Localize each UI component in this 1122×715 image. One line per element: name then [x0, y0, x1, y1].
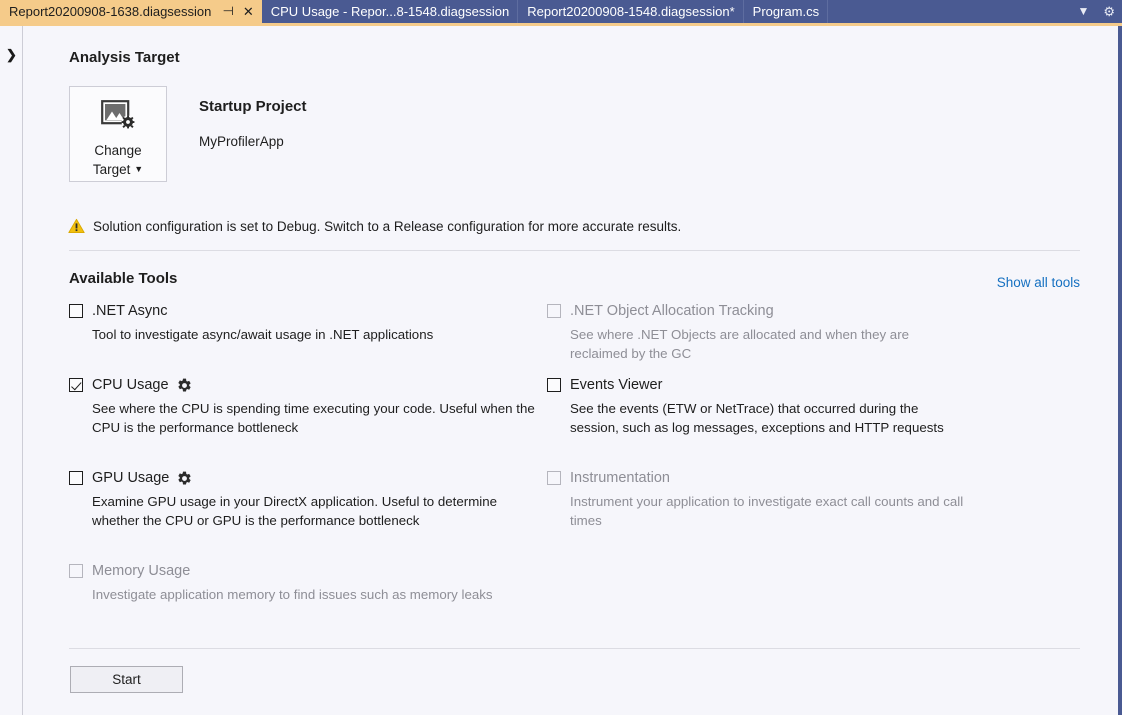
editor-tab-label: Report20200908-1548.diagsession* — [527, 0, 734, 23]
start-button[interactable]: Start — [70, 666, 183, 693]
gear-icon[interactable] — [177, 378, 192, 393]
tool-header: Events Viewer — [547, 376, 970, 394]
tool-description: See where the CPU is spending time execu… — [92, 399, 542, 437]
section-divider-top — [69, 250, 1080, 251]
change-target-label: Change Target ▼ — [93, 141, 143, 179]
gear-icon[interactable] — [177, 471, 192, 486]
change-target-button[interactable]: Change Target ▼ — [69, 86, 167, 182]
chevron-right-icon[interactable]: ❯ — [6, 48, 17, 61]
tool-checkbox — [547, 471, 561, 485]
editor-tab[interactable]: Report20200908-1548.diagsession* — [518, 0, 743, 23]
diagnostics-hub-window: Report20200908-1638.diagsession ⊣ ✕ CPU Usa… — [0, 0, 1122, 715]
tool-header: CPU Usage — [69, 376, 542, 394]
editor-tab[interactable]: Program.cs — [744, 0, 828, 23]
tool-description: See where .NET Objects are allocated and… — [570, 325, 970, 363]
tool-checkbox[interactable] — [69, 378, 83, 392]
tool-item: Events Viewer See the events (ETW or NetT… — [547, 376, 970, 437]
document-frame: ❯ Analysis Target — [0, 26, 1122, 715]
tool-header: .NET Object Allocation Tracking — [547, 302, 970, 320]
collapsed-side-rail[interactable]: ❯ — [0, 26, 23, 715]
tab-strip-actions: ▼⚙ — [1077, 0, 1122, 23]
tool-name-label[interactable]: .NET Async — [92, 303, 167, 319]
tool-name-label: Instrumentation — [570, 470, 670, 486]
tool-checkbox — [69, 564, 83, 578]
configuration-warning-text: Solution configuration is set to Debug. … — [93, 218, 681, 236]
target-project-name: MyProfilerApp — [199, 134, 284, 149]
close-icon[interactable]: ✕ — [243, 0, 254, 23]
tab-settings-gear-icon[interactable]: ⚙ — [1103, 0, 1115, 23]
analysis-target-heading: Analysis Target — [69, 49, 180, 66]
tool-item: Instrumentation Instrument your applicati… — [547, 469, 970, 530]
tool-checkbox[interactable] — [69, 471, 83, 485]
tool-item: .NET Object Allocation Tracking See where… — [547, 302, 970, 363]
editor-tab-label: Report20200908-1638.diagsession — [9, 0, 211, 23]
tool-checkbox — [547, 304, 561, 318]
tool-header: .NET Async — [69, 302, 433, 320]
editor-tab[interactable]: CPU Usage - Repor...8-1548.diagsession — [262, 0, 518, 23]
tool-header: Instrumentation — [547, 469, 970, 487]
editor-tab-strip: Report20200908-1638.diagsession ⊣ ✕ CPU Usa… — [0, 0, 1122, 23]
available-tools-heading: Available Tools — [69, 270, 177, 287]
warning-triangle-icon — [68, 218, 85, 239]
tab-strip-spacer — [828, 0, 1077, 23]
diagnostics-hub-content: Analysis Target — [24, 26, 1118, 715]
tool-name-label[interactable]: GPU Usage — [92, 470, 169, 486]
tool-name-label[interactable]: Events Viewer — [570, 377, 662, 393]
chevron-down-icon[interactable]: ▼ — [134, 160, 143, 179]
editor-tab-label: CPU Usage - Repor...8-1548.diagsession — [271, 0, 509, 23]
configuration-warning: Solution configuration is set to Debug. … — [68, 218, 681, 239]
tool-name-label: Memory Usage — [92, 563, 190, 579]
editor-tab[interactable]: Report20200908-1638.diagsession ⊣ ✕ — [0, 0, 262, 23]
change-target-label-line1: Change — [94, 143, 141, 158]
tool-item: .NET Async Tool to investigate async/awai… — [69, 302, 433, 344]
tool-name-label[interactable]: CPU Usage — [92, 377, 169, 393]
tab-list-dropdown-icon[interactable]: ▼ — [1077, 0, 1089, 23]
start-button-label: Start — [112, 672, 141, 687]
target-kind-label: Startup Project — [199, 98, 307, 115]
pin-icon[interactable]: ⊣ — [223, 0, 234, 23]
tool-description: See the events (ETW or NetTrace) that oc… — [570, 399, 970, 437]
tool-description: Examine GPU usage in your DirectX applic… — [92, 492, 542, 530]
tool-header: Memory Usage — [69, 562, 493, 580]
tool-description: Investigate application memory to find i… — [92, 585, 493, 604]
editor-tab-label: Program.cs — [753, 0, 819, 23]
tool-checkbox[interactable] — [547, 378, 561, 392]
show-all-tools-link[interactable]: Show all tools — [997, 275, 1080, 290]
tool-checkbox[interactable] — [69, 304, 83, 318]
change-target-image-gear-icon — [101, 100, 135, 135]
tool-description: Instrument your application to investiga… — [570, 492, 970, 530]
tool-item: Memory Usage Investigate application memo… — [69, 562, 493, 604]
change-target-label-line2: Target — [93, 162, 131, 177]
tool-name-label: .NET Object Allocation Tracking — [570, 303, 774, 319]
tool-description: Tool to investigate async/await usage in… — [92, 325, 433, 344]
tool-item: CPU Usage See where the CPU is spending t… — [69, 376, 542, 437]
tool-item: GPU Usage Examine GPU usage in your Direc… — [69, 469, 542, 530]
tool-header: GPU Usage — [69, 469, 542, 487]
section-divider-bottom — [69, 648, 1080, 649]
